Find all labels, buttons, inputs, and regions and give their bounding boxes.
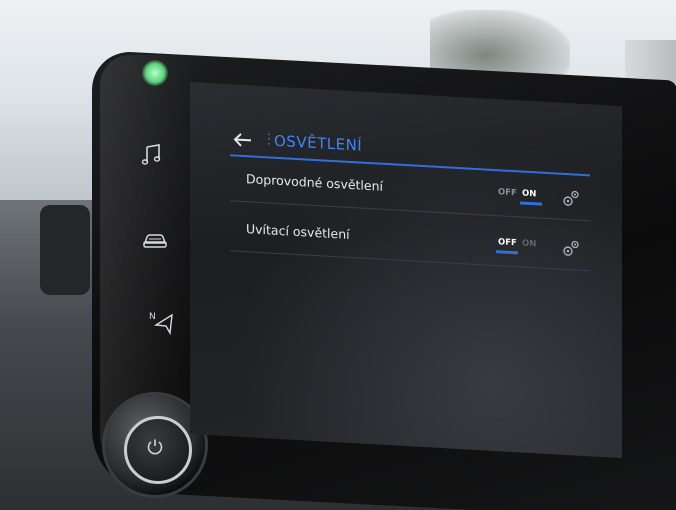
page-title: OSVĚTLENÍ: [274, 131, 363, 155]
power-icon[interactable]: [140, 432, 170, 462]
welcome-lighting-toggle[interactable]: OFF ON: [496, 237, 544, 258]
setting-label: Uvítací osvětlení: [246, 221, 350, 242]
gear-icon[interactable]: [560, 237, 582, 260]
left-air-vent: [40, 205, 90, 295]
svg-text:N: N: [149, 312, 156, 322]
toggle-off-label: OFF: [498, 187, 517, 199]
navigation-icon[interactable]: N: [147, 307, 177, 337]
infotainment-screen: ⋮ OSVĚTLENÍ Doprovodné osvětlení OFF ON …: [190, 82, 622, 459]
photo-scene: N ⋮ OSVĚTLENÍ Doprovodné osvětlení OFF O…: [0, 0, 676, 510]
music-icon[interactable]: [138, 140, 168, 170]
setting-label: Doprovodné osvětlení: [246, 171, 383, 194]
toggle-active-bar: [520, 201, 542, 206]
back-arrow-icon[interactable]: [232, 128, 254, 151]
toggle-on-label: ON: [522, 238, 537, 250]
toggle-active-bar: [496, 250, 518, 255]
toggle-off-label: OFF: [498, 237, 517, 249]
car-icon[interactable]: [140, 225, 170, 255]
status-led: [142, 60, 168, 86]
gear-icon[interactable]: [560, 187, 582, 210]
escort-lighting-toggle[interactable]: OFF ON: [496, 187, 544, 208]
toggle-on-label: ON: [522, 188, 537, 200]
